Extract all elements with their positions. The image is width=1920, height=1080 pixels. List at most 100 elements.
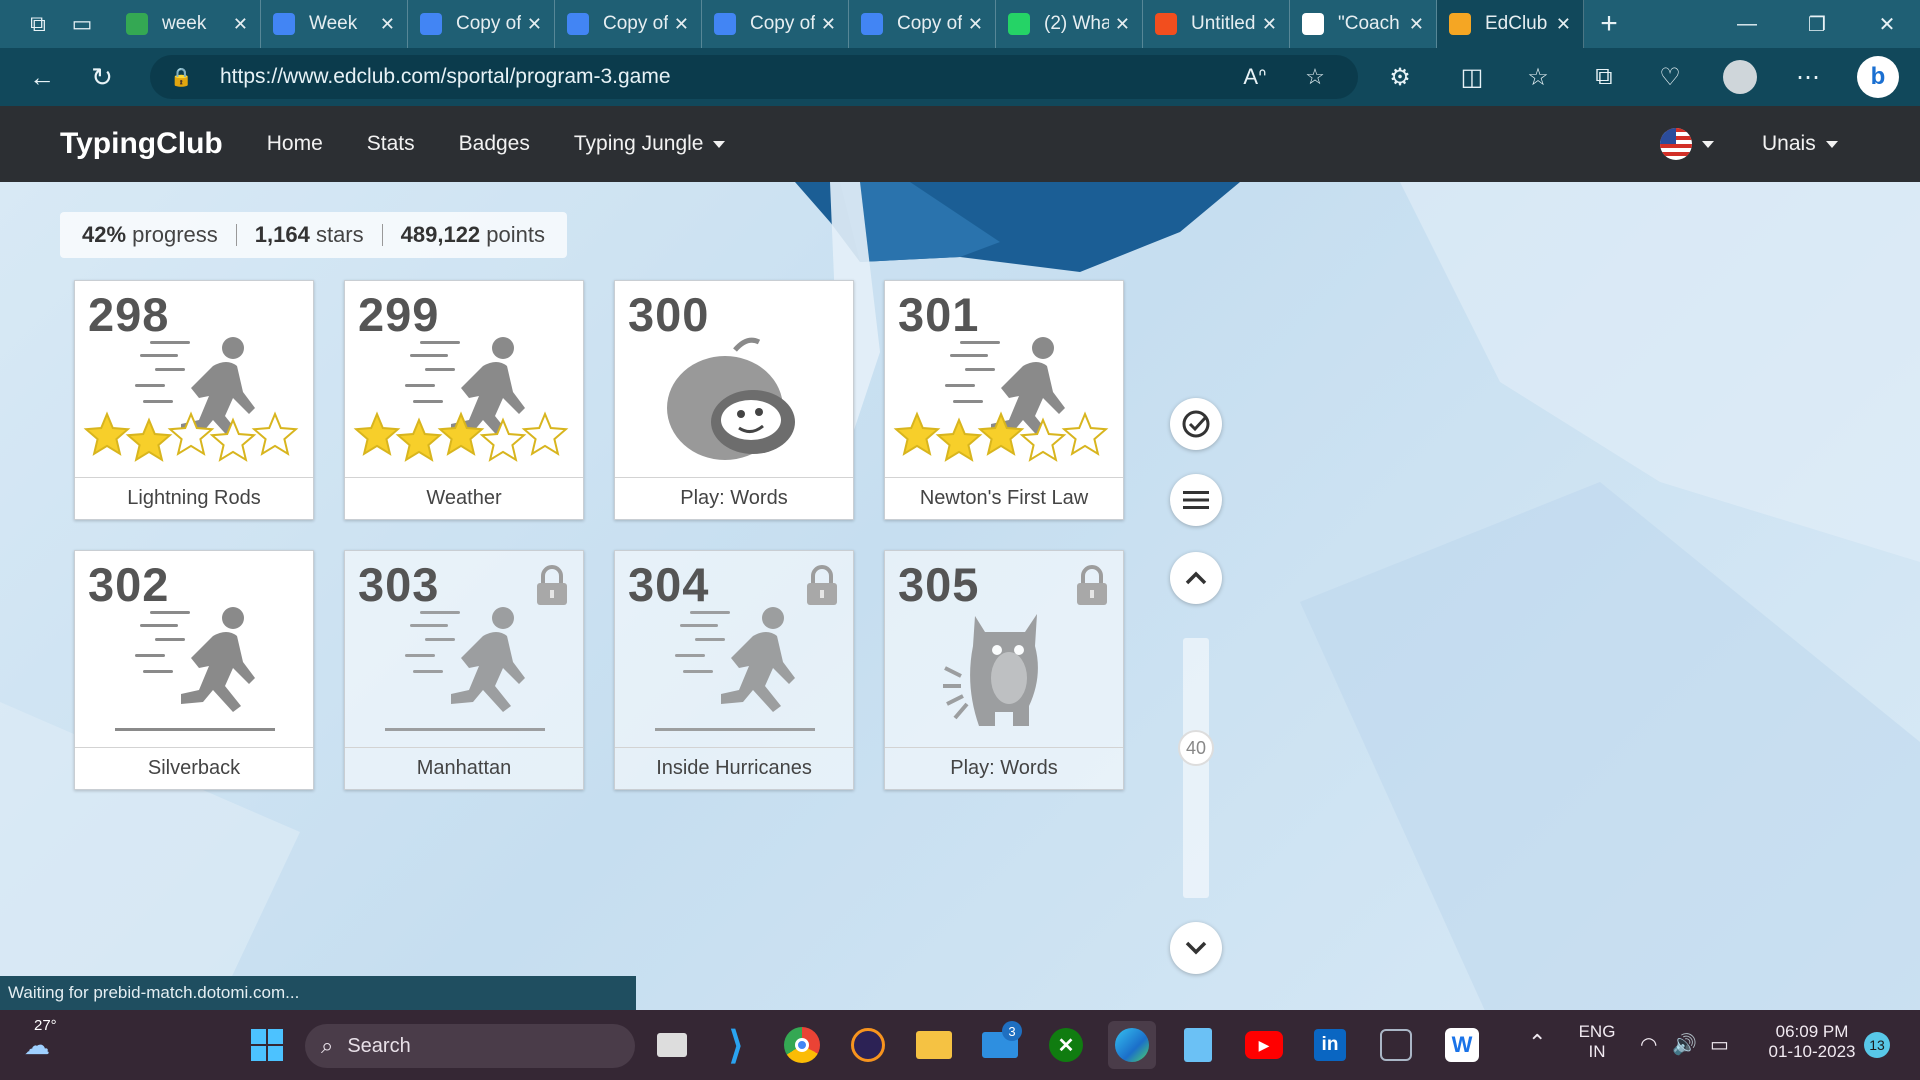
tab-title: EdClub: [1485, 13, 1548, 34]
close-window-button[interactable]: ✕: [1852, 0, 1920, 48]
file-explorer-icon[interactable]: [910, 1021, 958, 1069]
start-button[interactable]: [243, 1021, 291, 1069]
browser-tab[interactable]: Copy of ✕: [408, 0, 555, 48]
user-name: Unais: [1762, 132, 1816, 155]
collections-icon[interactable]: ⧉: [1574, 48, 1634, 106]
progress-summary: 42% progress 1,164 stars 489,122 points: [60, 212, 568, 258]
clock[interactable]: 06:09 PM 01-10-2023: [1752, 1022, 1872, 1062]
runner-icon: [385, 607, 545, 731]
browser-tab-bar: ⧉ ▭ week ✕ Week ✕ Copy of ✕ Copy of ✕ Copy of ✕ Co…: [0, 0, 1920, 48]
lesson-card[interactable]: 298 Lightning Rods: [74, 280, 314, 520]
region-code: IN: [1588, 1042, 1606, 1061]
close-tab-icon[interactable]: ✕: [380, 14, 395, 35]
scroll-up-button[interactable]: [1170, 552, 1222, 604]
profile-avatar[interactable]: [1710, 48, 1770, 106]
extensions-icon[interactable]: ⚙: [1370, 48, 1430, 106]
edge-icon[interactable]: [1108, 1021, 1156, 1069]
show-hidden-icons[interactable]: ⌃: [1528, 1030, 1546, 1056]
close-tab-icon[interactable]: ✕: [968, 14, 983, 35]
browser-tab[interactable]: Week ✕: [261, 0, 408, 48]
lesson-card[interactable]: 304 Inside Hurricanes: [614, 550, 854, 790]
browser-tab[interactable]: EdClub ✕: [1437, 0, 1584, 48]
url-field[interactable]: 🔒 https://www.edclub.com/sportal/program…: [150, 55, 1358, 99]
new-tab-button[interactable]: +: [1584, 0, 1634, 48]
lesson-card[interactable]: 300 Play: Words: [614, 280, 854, 520]
weather-widget[interactable]: ☁ 27°: [12, 1017, 62, 1069]
lesson-card[interactable]: 302 Silverback: [74, 550, 314, 790]
lesson-card[interactable]: 303 Manhattan: [344, 550, 584, 790]
split-screen-icon[interactable]: ◫: [1442, 48, 1502, 106]
lesson-card[interactable]: 299 Weather: [344, 280, 584, 520]
lock-icon: [1077, 565, 1107, 605]
scroll-handle[interactable]: 40: [1178, 730, 1214, 766]
browser-tab[interactable]: "Coach ✕: [1290, 0, 1437, 48]
workspaces-icon[interactable]: ⧉: [16, 0, 60, 48]
menu-button[interactable]: [1170, 474, 1222, 526]
chrome-icon[interactable]: [778, 1021, 826, 1069]
nav-home[interactable]: Home: [267, 132, 323, 156]
lesson-card[interactable]: 305 Play: Words: [884, 550, 1124, 790]
browser-tab[interactable]: Untitled ✕: [1143, 0, 1290, 48]
xbox-icon[interactable]: ✕: [1042, 1021, 1090, 1069]
linkedin-icon[interactable]: in: [1306, 1021, 1354, 1069]
close-tab-icon[interactable]: ✕: [527, 14, 542, 35]
lesson-number: 302: [88, 558, 170, 611]
lesson-card[interactable]: 301 Newton's First Law: [884, 280, 1124, 520]
points-label: points: [486, 222, 546, 247]
nav-badges[interactable]: Badges: [459, 132, 530, 156]
read-aloud-icon[interactable]: Aᐢ: [1230, 55, 1280, 99]
app-icon[interactable]: [1372, 1021, 1420, 1069]
browser-essentials-icon[interactable]: ♡: [1640, 48, 1700, 106]
volume-icon[interactable]: 🔊: [1672, 1032, 1697, 1057]
refresh-icon[interactable]: ↻: [72, 48, 132, 106]
nav-typing-jungle[interactable]: Typing Jungle: [574, 132, 726, 156]
eclipse-icon[interactable]: [844, 1021, 892, 1069]
wifi-icon[interactable]: ◠: [1640, 1032, 1657, 1057]
scroll-down-button[interactable]: [1170, 922, 1222, 974]
apple-game-icon: [667, 337, 795, 460]
close-tab-icon[interactable]: ✕: [1115, 14, 1130, 35]
mail-icon[interactable]: 3: [976, 1021, 1024, 1069]
browser-tab[interactable]: (2) WhatsApp ✕: [996, 0, 1143, 48]
check-progress-button[interactable]: [1170, 398, 1222, 450]
close-tab-icon[interactable]: ✕: [674, 14, 689, 35]
lesson-title: Manhattan: [345, 747, 583, 789]
back-icon[interactable]: ←: [12, 48, 72, 106]
taskbar-search[interactable]: ⌕ Search: [305, 1024, 635, 1068]
tab-title: Copy of: [603, 13, 668, 34]
vertical-tabs-icon[interactable]: ▭: [60, 0, 104, 48]
scroll-track[interactable]: [1183, 638, 1209, 898]
lesson-title: Inside Hurricanes: [615, 747, 853, 789]
bing-copilot-icon[interactable]: b: [1848, 48, 1908, 106]
tab-title: Untitled: [1191, 13, 1256, 34]
time: 06:09 PM: [1775, 1022, 1849, 1041]
user-menu[interactable]: Unais: [1762, 132, 1838, 156]
close-tab-icon[interactable]: ✕: [1262, 14, 1277, 35]
battery-icon[interactable]: ▭: [1710, 1032, 1729, 1057]
close-tab-icon[interactable]: ✕: [233, 14, 248, 35]
settings-more-icon[interactable]: ⋯: [1778, 48, 1838, 106]
language-selector[interactable]: [1660, 128, 1714, 160]
restore-button[interactable]: ❐: [1782, 0, 1852, 48]
language-indicator[interactable]: ENG IN: [1572, 1022, 1622, 1062]
notification-badge[interactable]: 13: [1864, 1032, 1890, 1058]
vscode-icon[interactable]: ⟩: [712, 1021, 760, 1069]
close-tab-icon[interactable]: ✕: [1409, 14, 1424, 35]
youtube-icon[interactable]: ▶: [1240, 1021, 1288, 1069]
task-view-icon[interactable]: [648, 1021, 696, 1069]
browser-tab[interactable]: Copy of ✕: [849, 0, 996, 48]
close-tab-icon[interactable]: ✕: [1556, 14, 1571, 35]
browser-tab[interactable]: Copy of ✕: [555, 0, 702, 48]
favorites-icon[interactable]: ☆: [1508, 48, 1568, 106]
browser-tab[interactable]: week ✕: [114, 0, 261, 48]
browser-tab[interactable]: Copy of ✕: [702, 0, 849, 48]
lang-code: ENG: [1578, 1022, 1616, 1041]
favorite-star-icon[interactable]: ☆: [1290, 55, 1340, 99]
typingclub-logo[interactable]: TypingClub: [60, 127, 223, 161]
notepad-icon[interactable]: [1174, 1021, 1222, 1069]
nav-stats[interactable]: Stats: [367, 132, 415, 156]
minimize-button[interactable]: —: [1712, 0, 1782, 48]
close-tab-icon[interactable]: ✕: [821, 14, 836, 35]
writer-app-icon[interactable]: W: [1438, 1021, 1486, 1069]
star-empty-icon: [521, 411, 569, 456]
